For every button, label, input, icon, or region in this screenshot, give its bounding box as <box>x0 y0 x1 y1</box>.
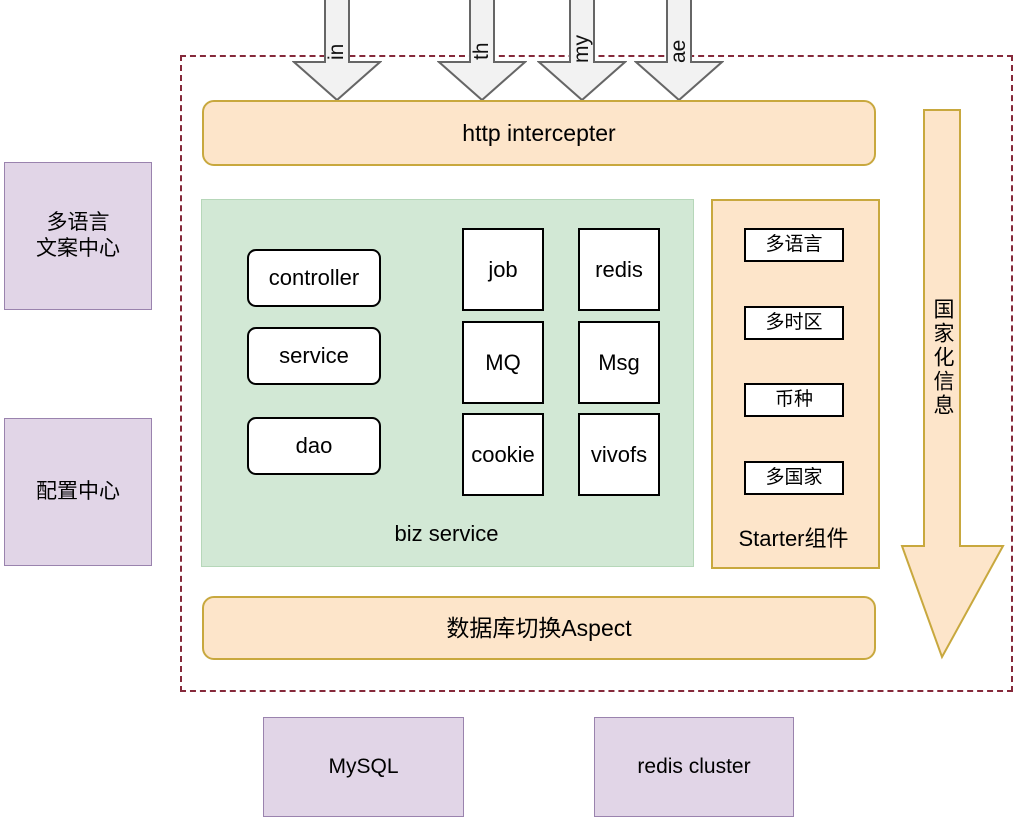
biz-component-vivofs-label: vivofs <box>590 441 648 467</box>
biz-component-vivofs[interactable]: vivofs <box>578 413 660 496</box>
architecture-diagram: in th my ae 多语言 文案中心 配置中心 http intercept… <box>0 0 1024 819</box>
biz-component-job-label: job <box>488 256 518 282</box>
biz-component-cookie[interactable]: cookie <box>462 413 544 496</box>
inbound-arrow-th: th <box>437 0 527 102</box>
inbound-arrow-ae: ae <box>634 0 724 102</box>
copy-center-label-line1: 多语言 <box>46 210 110 234</box>
biz-component-mq-label: MQ <box>485 349 521 375</box>
biz-service-caption: biz service <box>394 521 499 546</box>
starter-item-multitimezone-label: 多时区 <box>765 312 823 334</box>
db-switch-aspect-label: 数据库切换Aspect <box>446 614 632 641</box>
starter-item-multicountry[interactable]: 多国家 <box>744 461 844 495</box>
starter-item-currency[interactable]: 币种 <box>744 383 844 417</box>
biz-layer-dao-label: dao <box>295 433 333 459</box>
config-center-label: 配置中心 <box>36 479 120 503</box>
datastore-redis-cluster[interactable]: redis cluster <box>594 717 794 817</box>
biz-layer-controller-label: controller <box>268 265 360 291</box>
starter-item-multilang-label: 多语言 <box>765 234 823 256</box>
inbound-arrow-in: in <box>292 0 382 102</box>
biz-layer-controller[interactable]: controller <box>247 249 381 307</box>
biz-component-redis-label: redis <box>595 256 643 282</box>
biz-layer-service-label: service <box>279 343 349 369</box>
inbound-arrow-label-ae: ae <box>667 39 690 63</box>
db-switch-aspect-bar[interactable]: 数据库切换Aspect <box>202 596 876 660</box>
inbound-arrow-label-my: my <box>570 35 593 63</box>
http-interceptor-label: http intercepter <box>462 119 616 146</box>
datastore-redis-cluster-label: redis cluster <box>637 754 751 778</box>
biz-component-cookie-label: cookie <box>471 441 535 467</box>
biz-component-redis[interactable]: redis <box>578 228 660 311</box>
inbound-arrow-label-in: in <box>325 43 348 60</box>
biz-component-msg[interactable]: Msg <box>578 321 660 404</box>
biz-component-mq[interactable]: MQ <box>462 321 544 404</box>
biz-component-msg-label: Msg <box>598 349 640 375</box>
biz-component-job[interactable]: job <box>462 228 544 311</box>
starter-item-multilang[interactable]: 多语言 <box>744 228 844 262</box>
inbound-arrow-label-th: th <box>470 42 493 60</box>
internationalization-info-arrow-label: 国家化信息 <box>931 298 954 418</box>
copy-center-label-line2: 文案中心 <box>36 237 120 260</box>
datastore-mysql-label: MySQL <box>328 754 399 778</box>
http-interceptor-bar[interactable]: http intercepter <box>202 100 876 166</box>
starter-item-currency-label: 币种 <box>774 389 813 411</box>
biz-layer-service[interactable]: service <box>247 327 381 385</box>
inbound-arrow-my: my <box>537 0 627 102</box>
starter-caption: Starter组件 <box>738 526 849 551</box>
biz-layer-dao[interactable]: dao <box>247 417 381 475</box>
internationalization-info-arrow: 国家化信息 <box>900 108 1006 660</box>
starter-item-multitimezone[interactable]: 多时区 <box>744 306 844 340</box>
starter-item-multicountry-label: 多国家 <box>765 467 823 489</box>
datastore-mysql[interactable]: MySQL <box>263 717 464 817</box>
external-system-copy-center[interactable]: 多语言 文案中心 <box>4 162 152 310</box>
external-system-config-center[interactable]: 配置中心 <box>4 418 152 566</box>
